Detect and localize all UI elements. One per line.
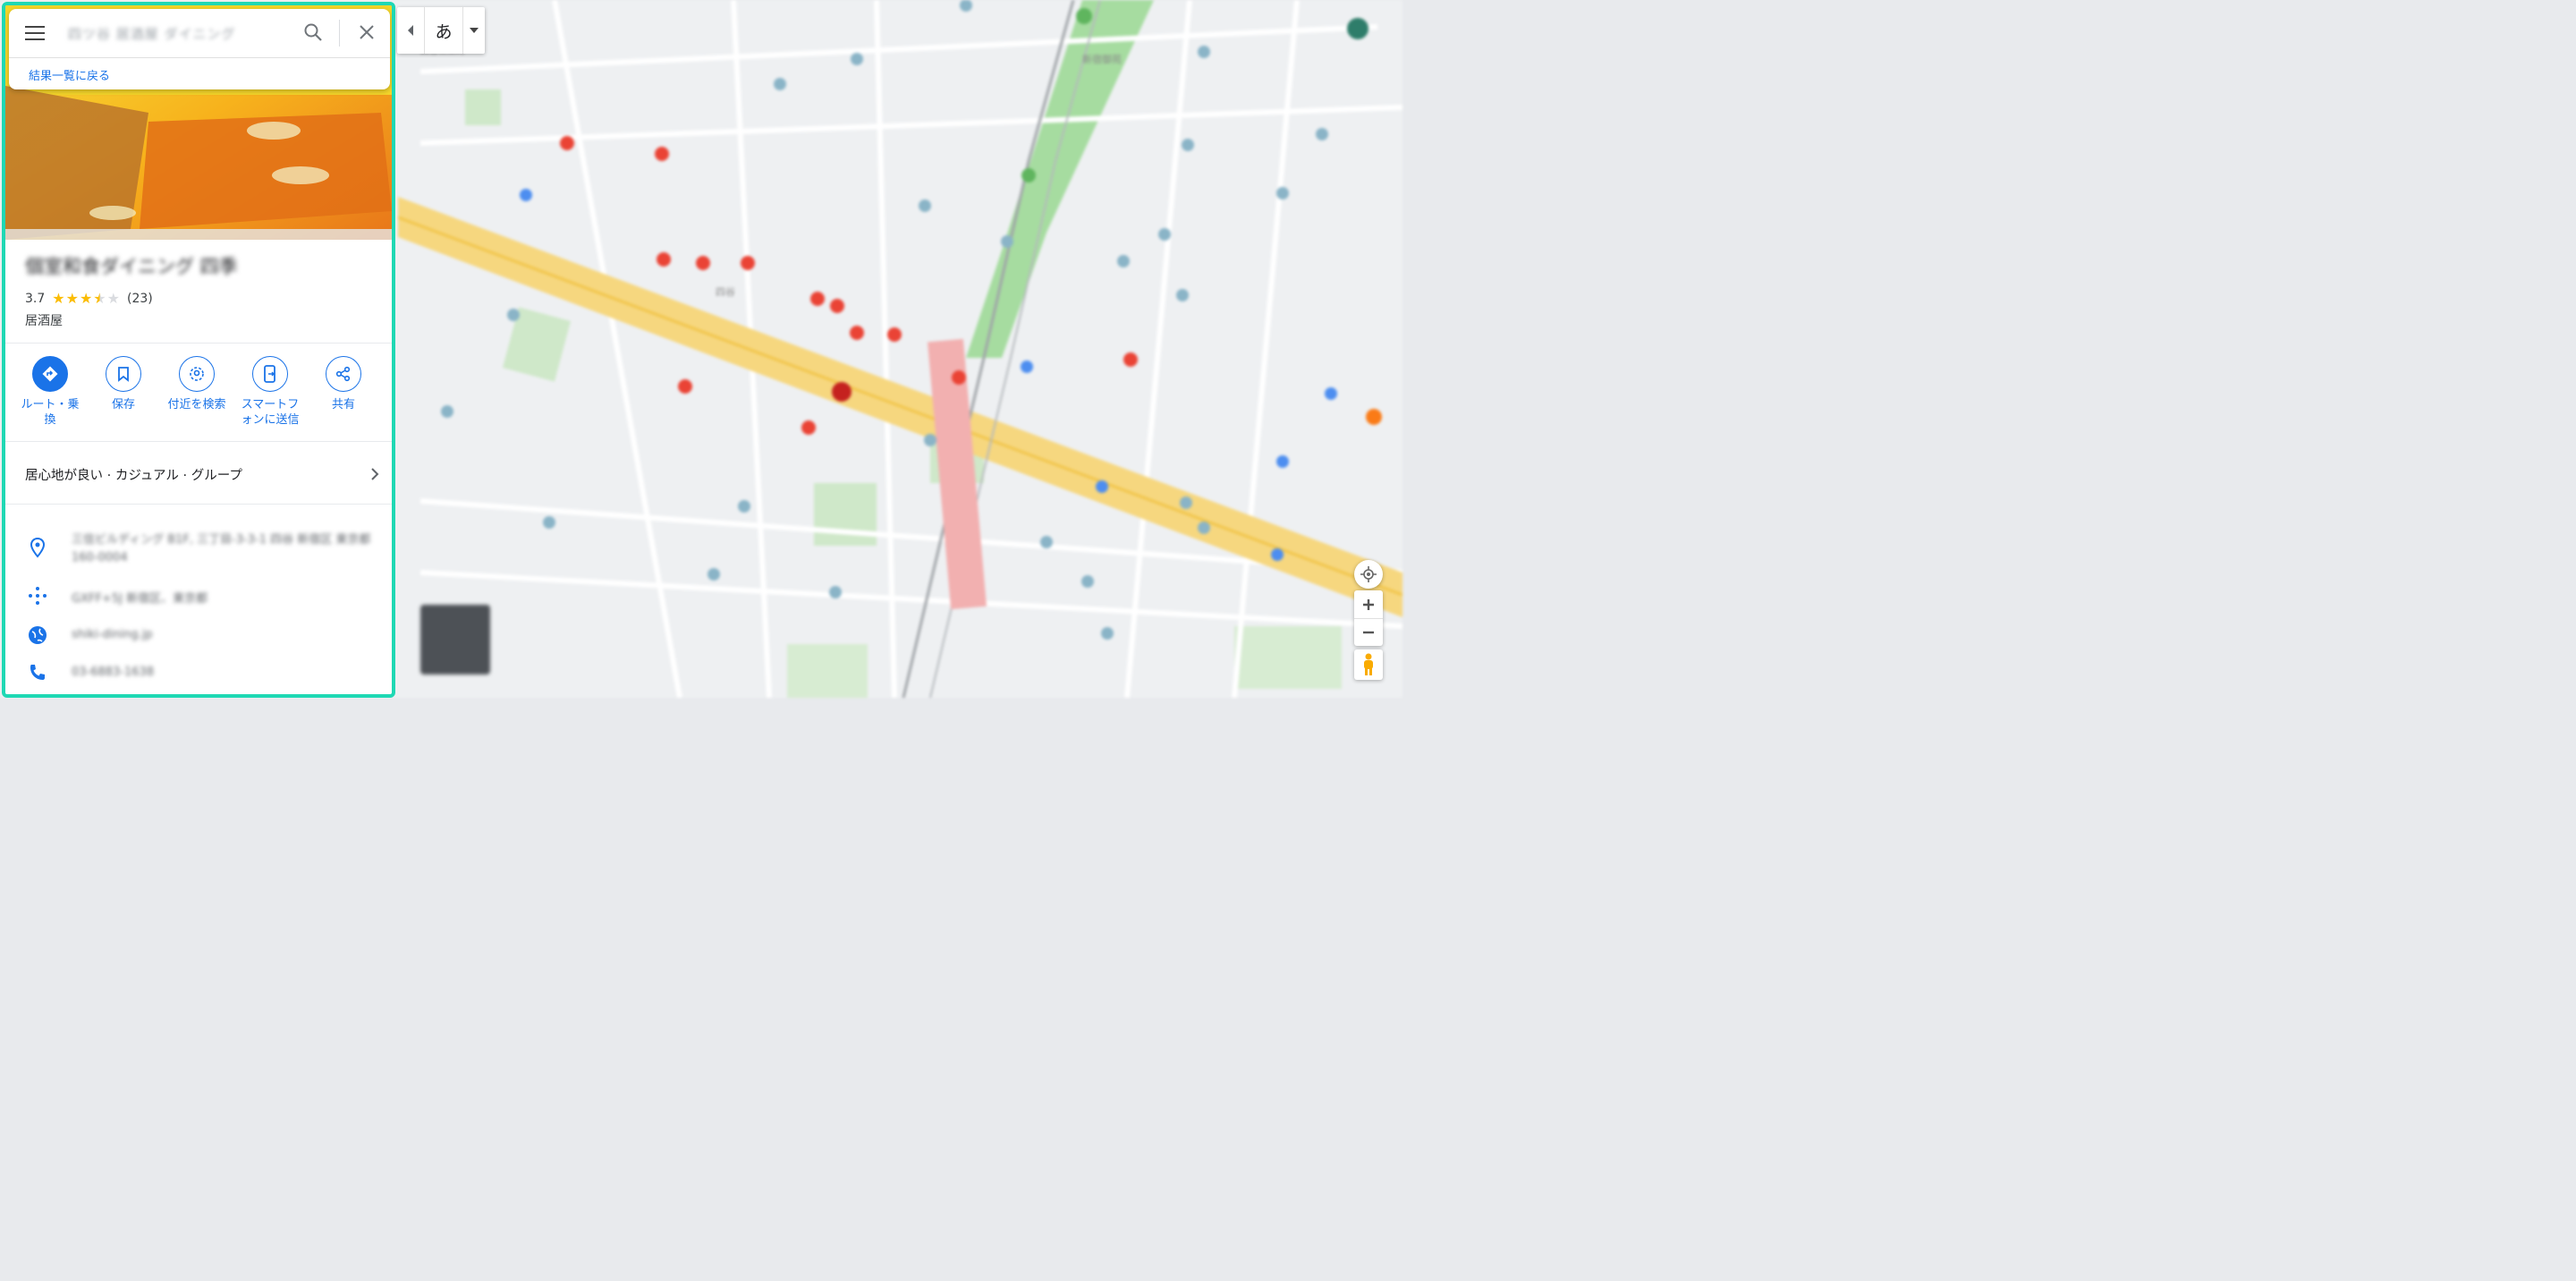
- review-count-link[interactable]: (23): [127, 292, 153, 306]
- menu-button[interactable]: [25, 23, 45, 41]
- ime-dropdown-button[interactable]: [462, 7, 485, 54]
- website-link: shiki-dining.jp: [72, 628, 153, 641]
- divider: [5, 441, 392, 442]
- star-icon: ★: [52, 290, 65, 307]
- plus-icon: [1363, 598, 1374, 610]
- zoom-in-button[interactable]: [1354, 590, 1383, 619]
- directions-button[interactable]: ルート・乗換: [18, 356, 82, 428]
- bookmark-icon: [118, 367, 129, 382]
- plus-code-text: GXFF+5J 新宿区、東京都: [72, 592, 208, 606]
- search-icon: [304, 23, 322, 41]
- caret-down-icon: [470, 28, 479, 33]
- my-location-button[interactable]: [1354, 560, 1383, 589]
- globe-icon: [29, 626, 47, 644]
- phone-text: 03-6883-1638: [72, 666, 155, 679]
- search-bar: 四ツ谷 居酒屋 ダイニング: [9, 9, 390, 58]
- rating-row: 3.7 ★ ★ ★ ★ ★ (23): [25, 290, 153, 307]
- nearby-label: 付近を検索: [167, 398, 226, 411]
- rating-score: 3.7: [25, 291, 46, 306]
- nearby-icon: [190, 367, 204, 381]
- phone-icon: [30, 665, 45, 680]
- layers-thumbnail[interactable]: [420, 605, 490, 674]
- directions-icon: [42, 366, 58, 382]
- rating-stars: ★ ★ ★ ★ ★: [52, 290, 120, 307]
- zoom-control: [1354, 590, 1383, 646]
- send-to-phone-button[interactable]: スマートフォンに送信: [238, 356, 302, 428]
- save-button[interactable]: 保存: [91, 356, 156, 428]
- chevron-right-icon: [371, 468, 379, 480]
- minus-icon: [1363, 631, 1374, 634]
- send-to-phone-icon: [264, 365, 275, 383]
- svg-text:新宿御苑: 新宿御苑: [1082, 53, 1122, 65]
- address-text: 三信ビルディング B1F, 三丁目-3-3-1 四谷 新宿区 東京都 160-0…: [72, 533, 371, 564]
- ime-toggle-button[interactable]: あ: [424, 7, 463, 54]
- search-card: 四ツ谷 居酒屋 ダイニング 結果一覧に戻る: [9, 9, 390, 89]
- share-icon: [335, 366, 351, 382]
- save-label: 保存: [111, 398, 135, 411]
- place-panel: 四ツ谷 居酒屋 ダイニング 結果一覧に戻る 個室和食ダイニング 四季 3.7 ★…: [2, 2, 395, 698]
- close-icon: [360, 25, 374, 39]
- map-language-control: あ: [397, 7, 485, 54]
- action-buttons: ルート・乗換 保存 付近を検索 スマートフォンに送信 共有: [18, 356, 376, 428]
- clear-search-button[interactable]: [356, 21, 377, 43]
- search-button[interactable]: [302, 21, 324, 43]
- share-button[interactable]: 共有: [311, 356, 376, 428]
- location-pin-icon: [30, 537, 46, 558]
- plus-code-icon: [29, 587, 47, 605]
- place-attributes[interactable]: 居心地が良い · カジュアル · グループ: [25, 465, 242, 484]
- search-divider: [339, 20, 340, 47]
- place-category[interactable]: 居酒屋: [25, 311, 63, 329]
- directions-label: ルート・乗換: [21, 398, 80, 427]
- crosshair-icon: [1360, 566, 1377, 582]
- star-empty-icon: ★: [106, 290, 120, 307]
- attributes-expand-button[interactable]: [370, 467, 379, 485]
- send-to-phone-label: スマートフォンに送信: [241, 398, 300, 427]
- nearby-button[interactable]: 付近を検索: [165, 356, 229, 428]
- caret-left-icon: [408, 25, 413, 36]
- star-half-icon: ★: [93, 290, 106, 307]
- collapse-panel-button[interactable]: [397, 7, 425, 54]
- svg-text:四谷: 四谷: [716, 286, 735, 298]
- star-icon: ★: [79, 290, 93, 307]
- pegman-icon: [1364, 653, 1373, 675]
- share-label: 共有: [331, 398, 355, 411]
- hamburger-icon: [25, 26, 45, 40]
- search-input[interactable]: 四ツ谷 居酒屋 ダイニング: [68, 24, 236, 43]
- street-view-button[interactable]: [1354, 649, 1383, 680]
- divider: [5, 504, 392, 505]
- divider: [5, 343, 392, 344]
- place-name: 個室和食ダイニング 四季: [25, 256, 238, 277]
- back-to-results-link[interactable]: 結果一覧に戻る: [29, 66, 110, 83]
- zoom-out-button[interactable]: [1354, 619, 1383, 646]
- star-icon: ★: [65, 290, 79, 307]
